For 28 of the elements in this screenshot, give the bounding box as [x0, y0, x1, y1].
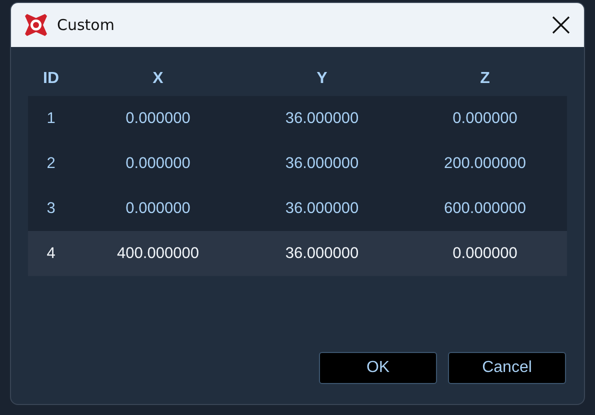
table-cell-text: 0.000000 [124, 108, 192, 129]
table-cell-text: 2 [46, 154, 56, 174]
table-cell-text: 36.000000 [284, 198, 360, 219]
table-cell-text: 0.000000 [124, 198, 192, 219]
column-header: X [152, 68, 164, 88]
table-cell-text: 0.000000 [452, 108, 518, 129]
table-cell-text: 400.000000 [116, 244, 200, 264]
table-cell-text: 36.000000 [284, 154, 360, 174]
table-row[interactable]: 3 0.000000 36.000000 600.000000 [28, 186, 567, 231]
window-title: Custom [57, 14, 114, 36]
table-cell-text: 600.000000 [443, 198, 527, 219]
cancel-button[interactable]: Cancel [448, 352, 566, 384]
table-row[interactable]: 2 0.000000 36.000000 200.000000 [28, 141, 567, 186]
table-cell-text: 36.000000 [284, 244, 360, 264]
column-header: Z [479, 68, 491, 88]
table-cell-text: 1 [46, 108, 56, 129]
table-cell-text: 0.000000 [452, 244, 518, 264]
table-cell-text: 200.000000 [443, 154, 527, 174]
ok-button[interactable]: OK [319, 352, 437, 384]
column-header: Y [316, 68, 328, 88]
table-row[interactable]: 4 400.000000 36.000000 0.000000 [28, 231, 567, 276]
table-cell-text: 36.000000 [284, 108, 360, 129]
column-header: ID [42, 68, 60, 88]
table-cell-text: 0.000000 [124, 154, 192, 174]
table-cell-text: 3 [46, 198, 56, 219]
table-cell-text: 4 [46, 244, 56, 264]
table-row[interactable]: 1 0.000000 36.000000 0.000000 [28, 96, 567, 141]
app-logo-icon [23, 12, 49, 38]
